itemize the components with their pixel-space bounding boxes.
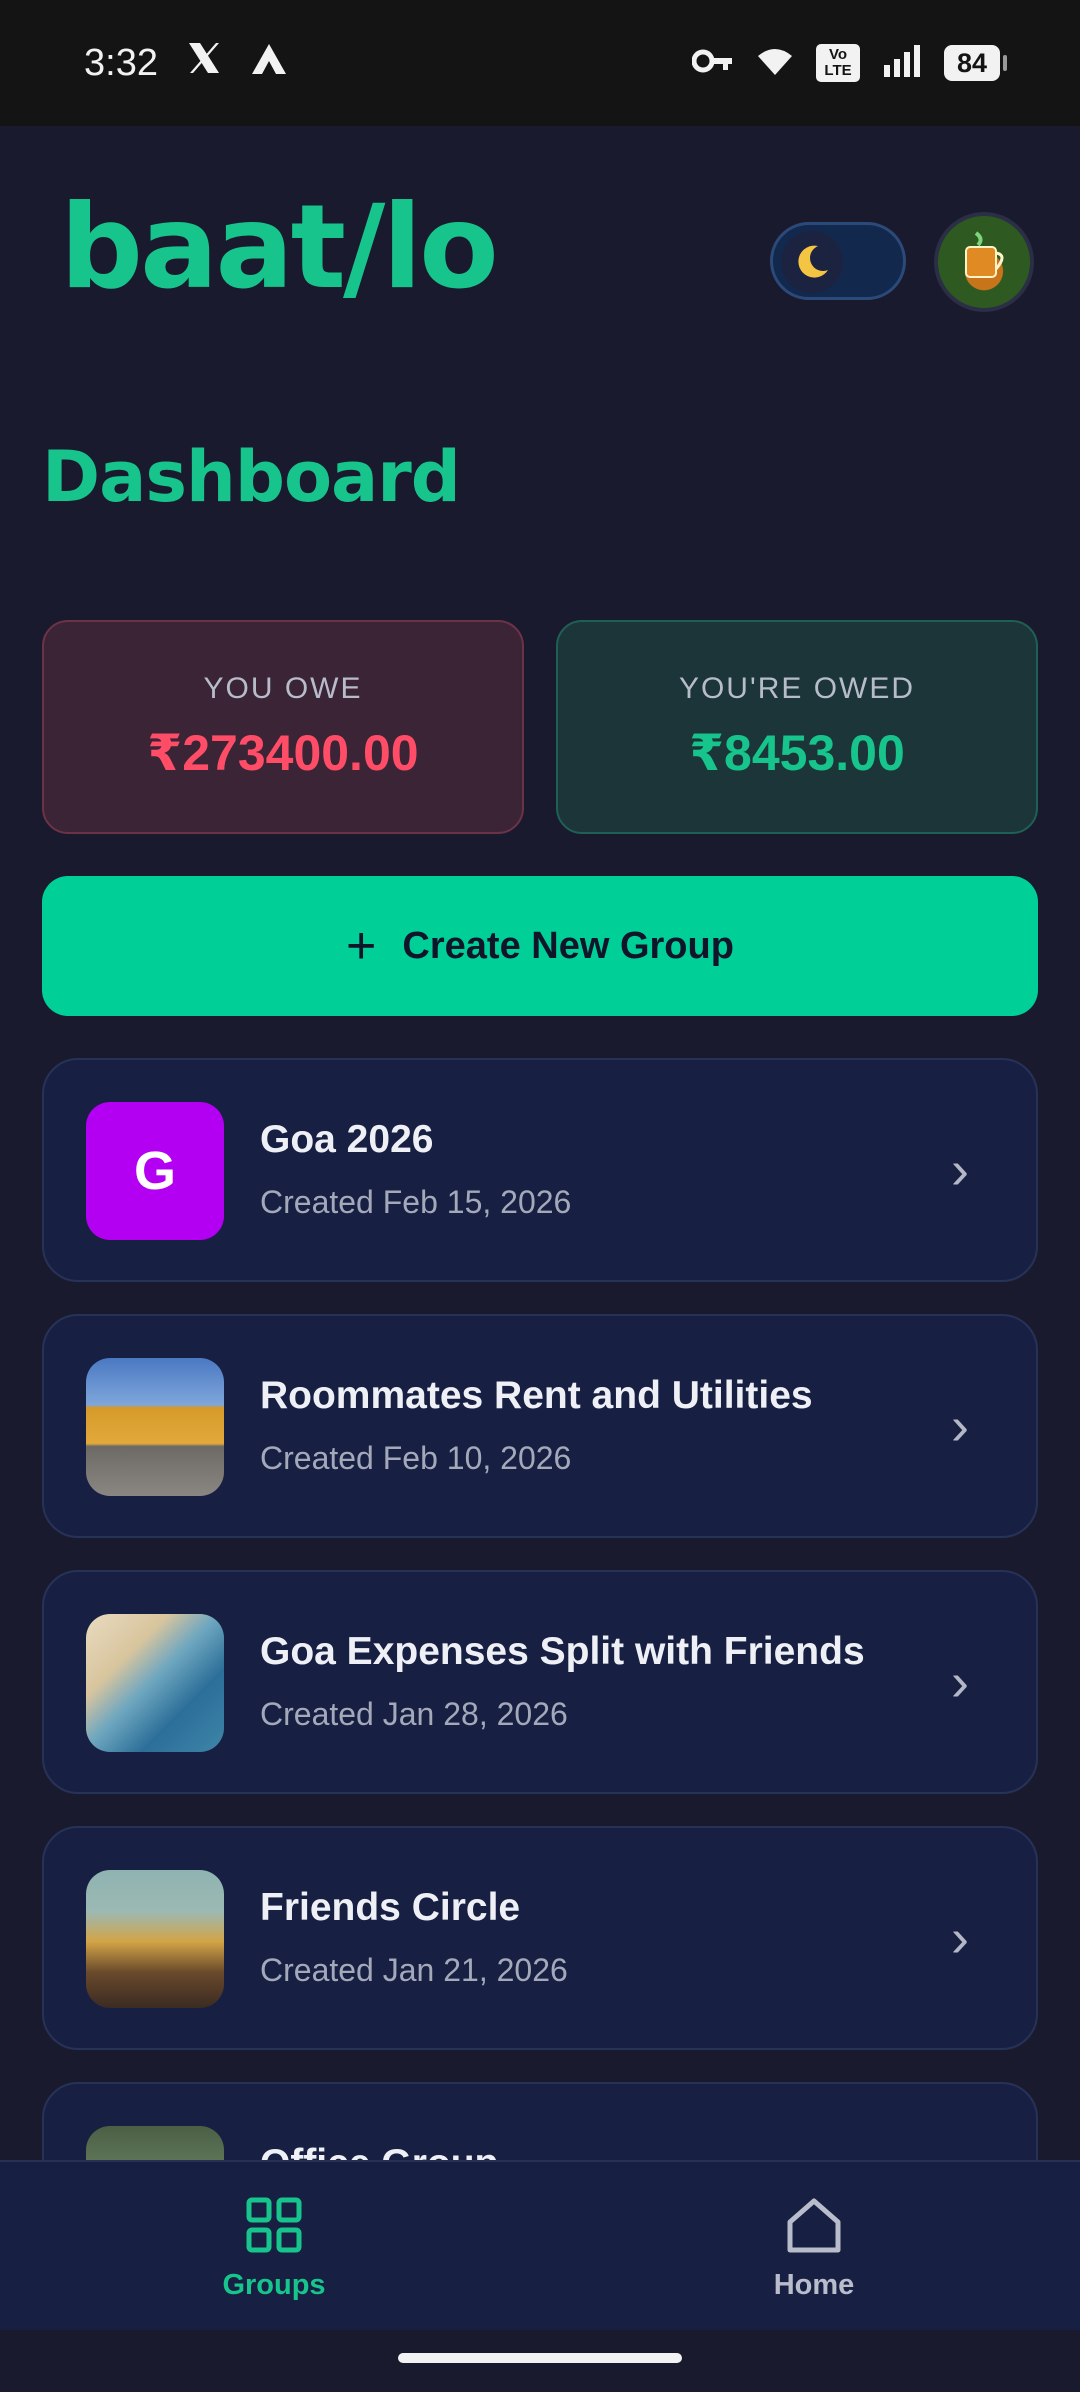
status-bar: 3:32 Vo LTE 84 xyxy=(0,0,1080,126)
clock: 3:32 xyxy=(84,41,158,84)
chevron-right-icon: › xyxy=(951,1140,969,1200)
page-title: Dashboard xyxy=(42,436,461,518)
signal-icon xyxy=(882,44,922,82)
group-created-date: Created Feb 10, 2026 xyxy=(260,1440,572,1476)
nav-home[interactable]: Home xyxy=(664,2196,964,2302)
grid-icon xyxy=(245,2196,303,2259)
vpn-key-icon xyxy=(691,48,734,79)
app-logo: baat/lo xyxy=(60,180,499,315)
group-photo-palace xyxy=(86,1358,224,1496)
you-owe-label: YOU OWE xyxy=(203,672,363,705)
group-list: G Goa 2026 Created Feb 15, 2026 › Roomma… xyxy=(42,1058,1038,2338)
group-created-date: Created Jan 28, 2026 xyxy=(260,1696,568,1732)
status-bar-left: 3:32 xyxy=(84,40,288,86)
x-logo-icon xyxy=(186,40,222,86)
plus-icon: + xyxy=(346,917,377,975)
home-icon xyxy=(785,2196,843,2259)
nav-groups-label: Groups xyxy=(222,2269,326,2301)
group-avatar-letter: G xyxy=(86,1102,224,1240)
chevron-right-icon: › xyxy=(951,1908,969,1968)
group-item-goa-2026[interactable]: G Goa 2026 Created Feb 15, 2026 › xyxy=(42,1058,1038,1282)
group-name: Goa Expenses Split with Friends xyxy=(260,1630,865,1673)
group-name: Goa 2026 xyxy=(260,1118,434,1161)
group-created-date: Created Feb 15, 2026 xyxy=(260,1184,572,1220)
wifi-icon xyxy=(756,45,794,82)
group-photo-beach xyxy=(86,1614,224,1752)
delta-app-icon xyxy=(250,41,288,86)
avatar[interactable] xyxy=(934,212,1034,312)
youre-owed-card[interactable]: YOU'RE OWED ₹8453.00 xyxy=(556,620,1038,834)
group-name: Friends Circle xyxy=(260,1886,521,1929)
moon-icon xyxy=(781,231,843,293)
group-item-goa-expenses[interactable]: Goa Expenses Split with Friends Created … xyxy=(42,1570,1038,1794)
nav-home-label: Home xyxy=(773,2269,855,2301)
chevron-right-icon: › xyxy=(951,1652,969,1712)
you-owe-amount: ₹273400.00 xyxy=(147,725,419,781)
group-photo-friends xyxy=(86,1870,224,2008)
group-item-roommates[interactable]: Roommates Rent and Utilities Created Feb… xyxy=(42,1314,1038,1538)
bottom-nav: Groups Home xyxy=(0,2160,1080,2330)
create-new-group-button[interactable]: + Create New Group xyxy=(42,876,1038,1016)
group-name: Roommates Rent and Utilities xyxy=(260,1374,813,1417)
nav-groups[interactable]: Groups xyxy=(124,2196,424,2302)
group-created-date: Created Jan 21, 2026 xyxy=(260,1952,568,1988)
create-new-group-label: Create New Group xyxy=(402,924,734,967)
youre-owed-label: YOU'RE OWED xyxy=(678,672,916,705)
volte-icon: Vo LTE xyxy=(816,44,860,82)
status-bar-right: Vo LTE 84 xyxy=(691,44,1007,82)
you-owe-card[interactable]: YOU OWE ₹273400.00 xyxy=(42,620,524,834)
group-item-friends-circle[interactable]: Friends Circle Created Jan 21, 2026 › xyxy=(42,1826,1038,2050)
battery-icon: 84 xyxy=(944,45,1007,81)
gesture-bar[interactable] xyxy=(398,2353,682,2363)
chevron-right-icon: › xyxy=(951,1396,969,1456)
tea-cup-icon xyxy=(956,229,1012,296)
theme-toggle[interactable] xyxy=(770,222,906,300)
youre-owed-amount: ₹8453.00 xyxy=(689,725,905,781)
